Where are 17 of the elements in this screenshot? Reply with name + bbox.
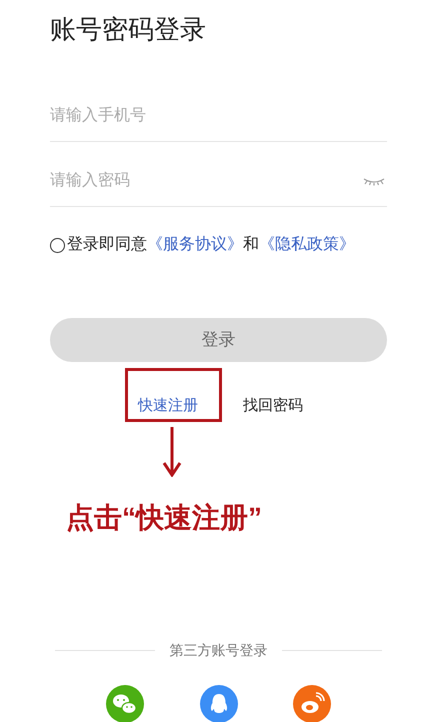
password-input-field[interactable]: 请输入密码 — [50, 168, 363, 192]
agreement-checkbox[interactable] — [50, 238, 65, 252]
penguin-icon[interactable] — [200, 685, 238, 722]
chat-bubbles-icon[interactable] — [106, 685, 144, 722]
phone-input-field[interactable]: 请输入手机号 — [50, 104, 387, 128]
agreement-text: 登录即同意 — [67, 234, 147, 255]
privacy-link[interactable]: 《隐私政策》 — [259, 233, 355, 257]
page-title: 账号密码登录 — [50, 13, 207, 46]
annotation-text: 点击“快速注册” — [66, 501, 263, 535]
terms-link[interactable]: 《服务协议》 — [147, 233, 243, 257]
recover-password-link[interactable]: 找回密码 — [243, 394, 303, 418]
down-arrow — [162, 427, 182, 477]
agreement-text: 和 — [243, 234, 259, 255]
section-label: 第三方账号登录 — [168, 641, 268, 660]
register-link[interactable]: 快速注册 — [138, 394, 198, 418]
swirl-icon[interactable] — [293, 685, 331, 722]
eye-closed-icon[interactable] — [363, 176, 385, 186]
